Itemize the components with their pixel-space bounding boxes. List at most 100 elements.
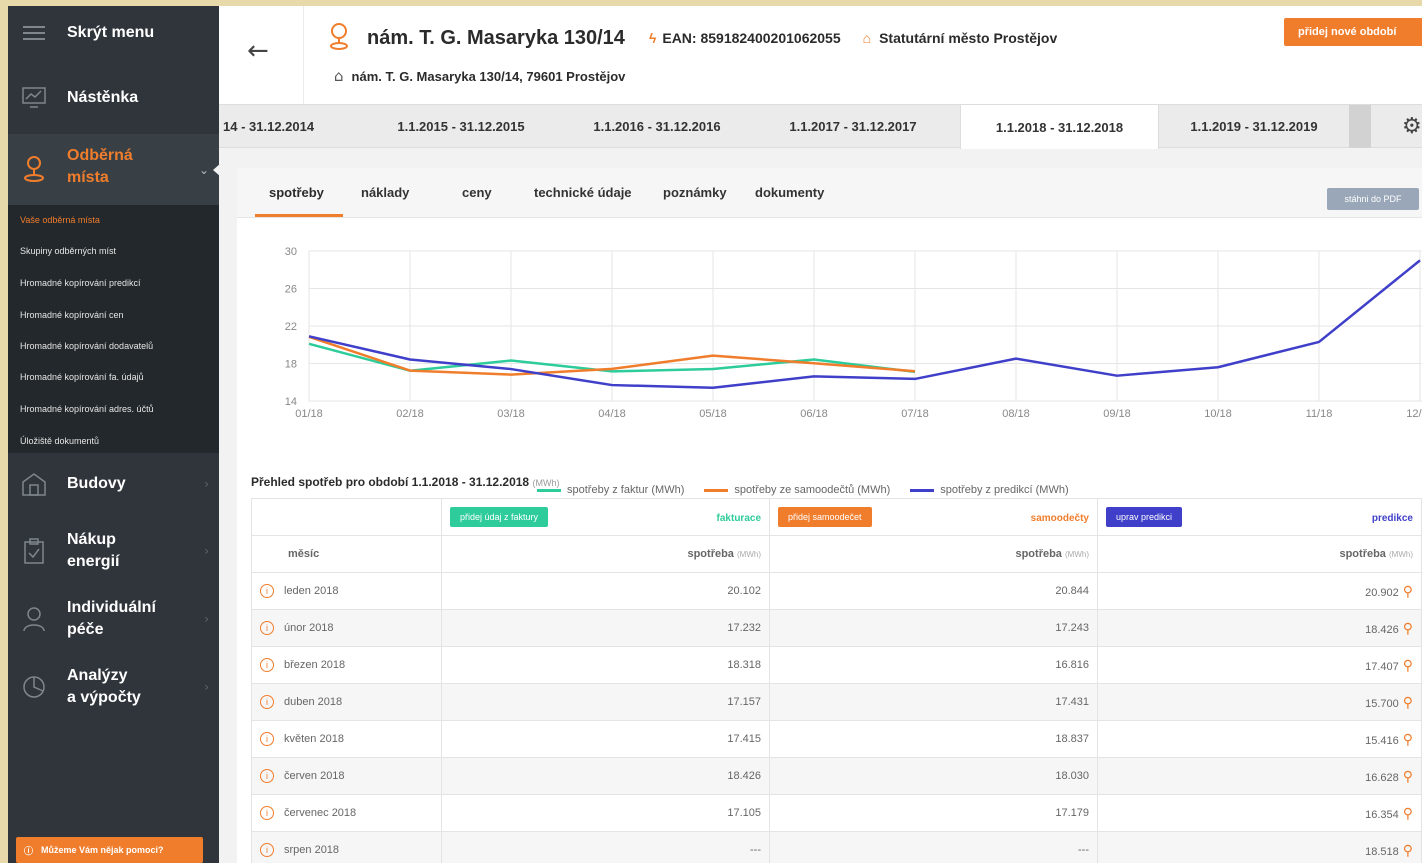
submenu-item[interactable]: Hromadné kopírování predikcí [20,278,141,288]
x-tick-label: 02/18 [396,408,424,420]
search-icon[interactable]: ⚲ [1403,842,1413,858]
owner-name: ⌂ Statutární město Prostějov [862,30,1058,46]
x-tick-label: 01/18 [295,408,323,420]
sidebar-item-label: Analýzy a výpočty [67,667,141,706]
tab-period-2018[interactable]: 1.1.2018 - 31.12.2018 [960,105,1159,149]
invoice-value: 20.102 [441,572,770,610]
lightning-icon: ϟ [648,30,657,46]
month-column-header: měsíc [251,535,442,573]
y-tick-label: 26 [285,284,297,296]
chart-svg: 14 18 22 26 30 01/18 02/18 03/18 04/18 05/18 06/18… [285,246,1422,420]
search-icon[interactable]: ⚲ [1403,657,1413,673]
month-cell: i leden 2018 [251,572,442,610]
series-line-2[interactable] [308,259,1421,389]
search-icon[interactable]: ⚲ [1403,620,1413,636]
add-period-button[interactable]: přidej nové období [1284,18,1422,46]
table-row: i březen 2018 18.318 16.816 17.407 ⚲ [251,646,1422,684]
help-button[interactable]: ⓘ Můžeme Vám nějak pomoci? [16,837,203,863]
submenu-item[interactable]: Hromadné kopírování dodavatelů [20,341,153,351]
month-cell: i březen 2018 [251,646,442,684]
info-icon[interactable]: i [260,584,274,598]
submenu-item[interactable]: Hromadné kopírování fa. údajů [20,372,144,382]
building-icon: ⌂ [862,30,872,46]
search-icon[interactable]: ⚲ [1403,768,1413,784]
add-invoice-button[interactable]: přidej údaj z faktury [450,507,549,527]
search-icon[interactable]: ⚲ [1403,583,1413,599]
reading-value: 16.816 [769,646,1098,684]
search-icon[interactable]: ⚲ [1403,731,1413,747]
home-icon: ⌂ [334,67,344,85]
reading-value: --- [769,831,1098,863]
table-header-cell [251,498,442,536]
invoice-value: --- [441,831,770,863]
chevron-right-icon: › [204,612,209,626]
table-row: i únor 2018 17.232 17.243 18.426 ⚲ [251,609,1422,647]
sidebar-item-dashboard[interactable]: Nástěnka [8,80,219,116]
submenu-item[interactable]: Vaše odběrná místa [20,215,100,225]
info-icon[interactable]: i [260,621,274,635]
prediction-value: 16.628 ⚲ [1097,757,1422,795]
hide-menu-label: Skrýt menu [67,24,155,41]
search-icon[interactable]: ⚲ [1403,805,1413,821]
x-tick-label: 12/18 [1406,408,1422,420]
tab-notes[interactable]: poznámky [663,185,727,200]
invoice-value: 17.157 [441,683,770,721]
sidebar-item-individual-care[interactable]: Individuální péče › [8,594,219,644]
chevron-down-icon: ⌄ [198,162,209,177]
submenu-item[interactable]: Hromadné kopírování cen [20,310,124,320]
download-pdf-button[interactable]: stáhni do PDF [1327,188,1419,210]
tab-period-2014[interactable]: 14 - 31.12.2014 [223,105,353,148]
add-reading-button[interactable]: přidej samoodečet [778,507,872,527]
page-header: ← nám. T. G. Masaryka 130/14 ϟ EAN: 85918… [219,6,1422,104]
submenu-item[interactable]: Skupiny odběrných míst [20,246,116,256]
edit-prediction-button[interactable]: uprav predikci [1106,507,1183,527]
tab-documents[interactable]: dokumenty [755,185,824,200]
tab-period-2015[interactable]: 1.1.2015 - 31.12.2015 [372,105,550,148]
chevron-right-icon: › [204,544,209,558]
sidebar-item-analyses[interactable]: Analýzy a výpočty › [8,662,219,712]
tab-technical[interactable]: technické údaje [534,185,632,200]
info-icon[interactable]: i [260,843,274,857]
info-icon[interactable]: i [260,806,274,820]
gear-icon[interactable]: ⚙ [1402,114,1422,139]
sidebar-item-supply-points[interactable]: Odběrná místa ⌄ [8,134,219,205]
back-arrow-icon[interactable]: ← [247,36,269,66]
info-icon[interactable]: i [260,695,274,709]
sidebar-item-buildings[interactable]: Budovy › [8,466,219,502]
table-row: i srpen 2018 --- --- 18.518 ⚲ [251,831,1422,863]
legend-item[interactable]: spotřeby z predikcí (MWh) [910,484,1069,496]
invoice-value: 17.232 [441,609,770,647]
invoice-value: 17.415 [441,720,770,758]
location-pin-icon [329,22,349,54]
info-icon[interactable]: i [260,769,274,783]
x-tick-label: 07/18 [901,408,929,420]
active-indicator [213,163,221,177]
supply-points-submenu: Vaše odběrná místa Skupiny odběrných mís… [8,205,219,453]
sidebar-item-energy-purchase[interactable]: Nákup energií › [8,526,219,576]
sidebar: Skrýt menu Nástěnka Odběrná místa ⌄ Vaše… [8,6,219,863]
prediction-value: 15.416 ⚲ [1097,720,1422,758]
tab-consumption[interactable]: spotřeby [269,185,324,200]
tab-period-2016[interactable]: 1.1.2016 - 31.12.2016 [568,105,746,148]
tab-period-2019[interactable]: 1.1.2019 - 31.12.2019 [1164,105,1344,148]
sidebar-item-label: Budovy [67,475,126,492]
legend-item[interactable]: spotřeby ze samoodečtů (MWh) [704,484,890,496]
search-icon[interactable]: ⚲ [1403,694,1413,710]
submenu-item[interactable]: Úložiště dokumentů [20,436,99,446]
reading-value: 18.837 [769,720,1098,758]
tab-costs[interactable]: náklady [361,185,409,200]
submenu-item[interactable]: Hromadné kopírování adres. účtů [20,404,154,414]
y-tick-label: 14 [285,396,297,408]
info-icon[interactable]: i [260,732,274,746]
hide-menu-toggle[interactable]: Skrýt menu [8,16,219,50]
y-tick-label: 22 [285,321,297,333]
tabs-scroll-handle[interactable] [1349,105,1371,148]
reading-value: 20.844 [769,572,1098,610]
info-icon[interactable]: i [260,658,274,672]
invoice-value: 18.318 [441,646,770,684]
tab-period-2017[interactable]: 1.1.2017 - 31.12.2017 [764,105,942,148]
tab-prices[interactable]: ceny [462,185,492,200]
month-cell: i duben 2018 [251,683,442,721]
prediction-value: 18.426 ⚲ [1097,609,1422,647]
prediction-value: 20.902 ⚲ [1097,572,1422,610]
